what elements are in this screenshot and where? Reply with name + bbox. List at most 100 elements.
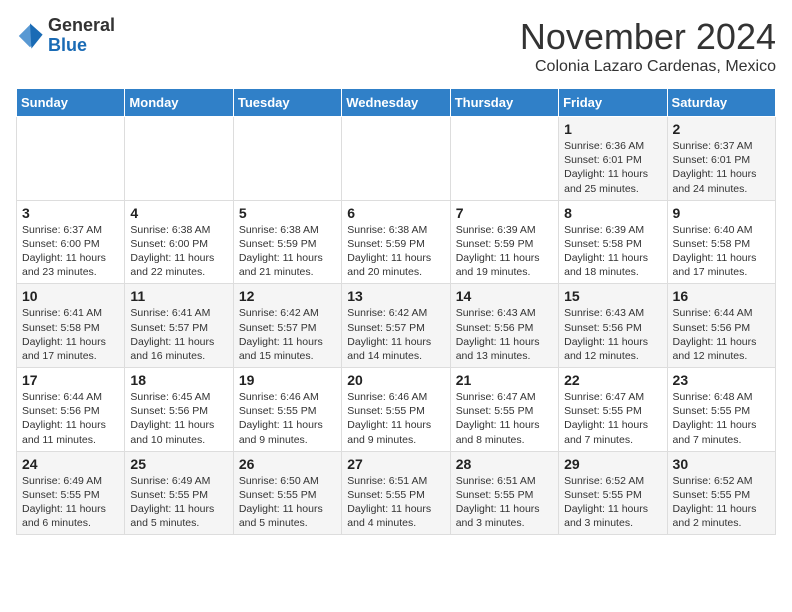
day-info: Sunrise: 6:39 AMSunset: 5:59 PMDaylight:… (456, 223, 553, 280)
header-sunday: Sunday (17, 89, 125, 117)
calendar-cell: 7 Sunrise: 6:39 AMSunset: 5:59 PMDaylight… (450, 200, 558, 284)
page-header: General Blue November 2024 Colonia Lazar… (16, 16, 776, 76)
day-info: Sunrise: 6:46 AMSunset: 5:55 PMDaylight:… (347, 390, 444, 447)
calendar-cell (233, 117, 341, 201)
day-info: Sunrise: 6:43 AMSunset: 5:56 PMDaylight:… (564, 306, 661, 363)
calendar-cell: 25 Sunrise: 6:49 AMSunset: 5:55 PMDayligh… (125, 451, 233, 535)
day-info: Sunrise: 6:49 AMSunset: 5:55 PMDaylight:… (130, 474, 227, 531)
calendar-cell: 2 Sunrise: 6:37 AMSunset: 6:01 PMDaylight… (667, 117, 775, 201)
day-info: Sunrise: 6:43 AMSunset: 5:56 PMDaylight:… (456, 306, 553, 363)
day-number: 27 (347, 456, 444, 472)
day-info: Sunrise: 6:44 AMSunset: 5:56 PMDaylight:… (22, 390, 119, 447)
day-number: 13 (347, 288, 444, 304)
week-row-2: 3 Sunrise: 6:37 AMSunset: 6:00 PMDaylight… (17, 200, 776, 284)
calendar-cell: 30 Sunrise: 6:52 AMSunset: 5:55 PMDayligh… (667, 451, 775, 535)
header-saturday: Saturday (667, 89, 775, 117)
day-number: 6 (347, 205, 444, 221)
calendar-cell (450, 117, 558, 201)
day-info: Sunrise: 6:36 AMSunset: 6:01 PMDaylight:… (564, 139, 661, 196)
calendar-cell: 24 Sunrise: 6:49 AMSunset: 5:55 PMDayligh… (17, 451, 125, 535)
day-number: 22 (564, 372, 661, 388)
day-number: 15 (564, 288, 661, 304)
day-number: 26 (239, 456, 336, 472)
day-info: Sunrise: 6:37 AMSunset: 6:00 PMDaylight:… (22, 223, 119, 280)
day-number: 23 (673, 372, 770, 388)
week-row-3: 10Sunrise: 6:41 AMSunset: 5:58 PMDayligh… (17, 284, 776, 368)
logo-icon (16, 22, 44, 50)
day-number: 2 (673, 121, 770, 137)
calendar-cell: 23 Sunrise: 6:48 AMSunset: 5:55 PMDayligh… (667, 368, 775, 452)
week-row-4: 17Sunrise: 6:44 AMSunset: 5:56 PMDayligh… (17, 368, 776, 452)
day-number: 21 (456, 372, 553, 388)
calendar-header-row: SundayMondayTuesdayWednesdayThursdayFrid… (17, 89, 776, 117)
day-info: Sunrise: 6:41 AMSunset: 5:57 PMDaylight:… (130, 306, 227, 363)
day-info: Sunrise: 6:47 AMSunset: 5:55 PMDaylight:… (564, 390, 661, 447)
day-number: 1 (564, 121, 661, 137)
day-number: 11 (130, 288, 227, 304)
day-number: 16 (673, 288, 770, 304)
calendar-cell: 19Sunrise: 6:46 AMSunset: 5:55 PMDayligh… (233, 368, 341, 452)
day-info: Sunrise: 6:45 AMSunset: 5:56 PMDaylight:… (130, 390, 227, 447)
calendar-cell: 17Sunrise: 6:44 AMSunset: 5:56 PMDayligh… (17, 368, 125, 452)
day-number: 24 (22, 456, 119, 472)
day-info: Sunrise: 6:42 AMSunset: 5:57 PMDaylight:… (239, 306, 336, 363)
calendar-table: SundayMondayTuesdayWednesdayThursdayFrid… (16, 88, 776, 535)
day-info: Sunrise: 6:48 AMSunset: 5:55 PMDaylight:… (673, 390, 770, 447)
calendar-cell: 12 Sunrise: 6:42 AMSunset: 5:57 PMDayligh… (233, 284, 341, 368)
calendar-cell: 1 Sunrise: 6:36 AMSunset: 6:01 PMDaylight… (559, 117, 667, 201)
day-info: Sunrise: 6:52 AMSunset: 5:55 PMDaylight:… (564, 474, 661, 531)
calendar-cell: 9Sunrise: 6:40 AMSunset: 5:58 PMDaylight… (667, 200, 775, 284)
day-number: 30 (673, 456, 770, 472)
calendar-cell: 21 Sunrise: 6:47 AMSunset: 5:55 PMDayligh… (450, 368, 558, 452)
logo-general-text: General (48, 16, 115, 36)
day-info: Sunrise: 6:44 AMSunset: 5:56 PMDaylight:… (673, 306, 770, 363)
day-number: 14 (456, 288, 553, 304)
day-info: Sunrise: 6:38 AMSunset: 6:00 PMDaylight:… (130, 223, 227, 280)
calendar-cell: 8 Sunrise: 6:39 AMSunset: 5:58 PMDaylight… (559, 200, 667, 284)
day-number: 20 (347, 372, 444, 388)
calendar-cell: 10Sunrise: 6:41 AMSunset: 5:58 PMDayligh… (17, 284, 125, 368)
day-number: 29 (564, 456, 661, 472)
day-number: 19 (239, 372, 336, 388)
title-section: November 2024 Colonia Lazaro Cardenas, M… (520, 16, 776, 76)
calendar-cell: 18 Sunrise: 6:45 AMSunset: 5:56 PMDayligh… (125, 368, 233, 452)
day-info: Sunrise: 6:38 AMSunset: 5:59 PMDaylight:… (239, 223, 336, 280)
logo: General Blue (16, 16, 115, 56)
header-tuesday: Tuesday (233, 89, 341, 117)
day-info: Sunrise: 6:38 AMSunset: 5:59 PMDaylight:… (347, 223, 444, 280)
header-monday: Monday (125, 89, 233, 117)
calendar-cell: 20 Sunrise: 6:46 AMSunset: 5:55 PMDayligh… (342, 368, 450, 452)
header-wednesday: Wednesday (342, 89, 450, 117)
day-number: 8 (564, 205, 661, 221)
day-info: Sunrise: 6:37 AMSunset: 6:01 PMDaylight:… (673, 139, 770, 196)
day-info: Sunrise: 6:49 AMSunset: 5:55 PMDaylight:… (22, 474, 119, 531)
day-info: Sunrise: 6:50 AMSunset: 5:55 PMDaylight:… (239, 474, 336, 531)
week-row-5: 24 Sunrise: 6:49 AMSunset: 5:55 PMDayligh… (17, 451, 776, 535)
day-number: 12 (239, 288, 336, 304)
day-number: 25 (130, 456, 227, 472)
calendar-cell: 22 Sunrise: 6:47 AMSunset: 5:55 PMDayligh… (559, 368, 667, 452)
day-info: Sunrise: 6:51 AMSunset: 5:55 PMDaylight:… (456, 474, 553, 531)
calendar-cell (17, 117, 125, 201)
day-number: 28 (456, 456, 553, 472)
day-number: 18 (130, 372, 227, 388)
day-number: 3 (22, 205, 119, 221)
calendar-cell: 5Sunrise: 6:38 AMSunset: 5:59 PMDaylight… (233, 200, 341, 284)
day-info: Sunrise: 6:39 AMSunset: 5:58 PMDaylight:… (564, 223, 661, 280)
calendar-cell: 27Sunrise: 6:51 AMSunset: 5:55 PMDayligh… (342, 451, 450, 535)
calendar-cell (125, 117, 233, 201)
calendar-cell: 15 Sunrise: 6:43 AMSunset: 5:56 PMDayligh… (559, 284, 667, 368)
day-number: 10 (22, 288, 119, 304)
calendar-cell: 29 Sunrise: 6:52 AMSunset: 5:55 PMDayligh… (559, 451, 667, 535)
calendar-cell: 4 Sunrise: 6:38 AMSunset: 6:00 PMDaylight… (125, 200, 233, 284)
day-info: Sunrise: 6:52 AMSunset: 5:55 PMDaylight:… (673, 474, 770, 531)
day-info: Sunrise: 6:47 AMSunset: 5:55 PMDaylight:… (456, 390, 553, 447)
day-number: 4 (130, 205, 227, 221)
calendar-cell: 28 Sunrise: 6:51 AMSunset: 5:55 PMDayligh… (450, 451, 558, 535)
day-number: 7 (456, 205, 553, 221)
calendar-cell: 13Sunrise: 6:42 AMSunset: 5:57 PMDayligh… (342, 284, 450, 368)
header-friday: Friday (559, 89, 667, 117)
calendar-cell (342, 117, 450, 201)
header-thursday: Thursday (450, 89, 558, 117)
day-number: 9 (673, 205, 770, 221)
